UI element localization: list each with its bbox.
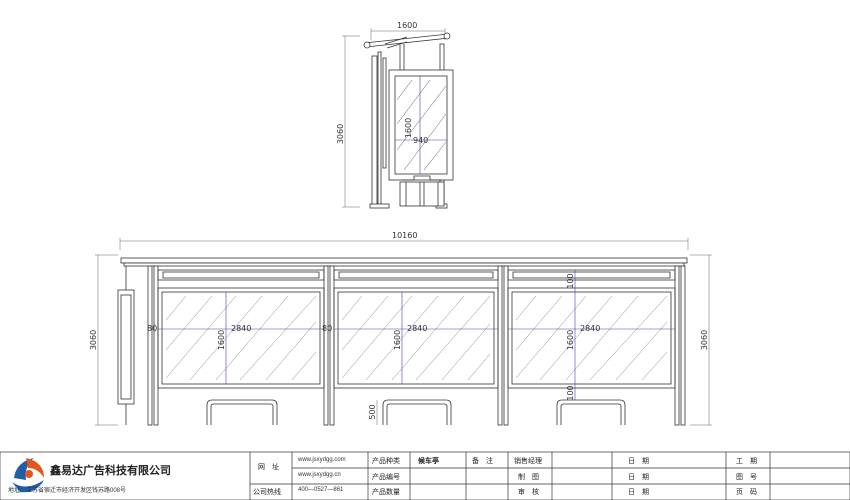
panel-width-dim-2: 2840: [407, 324, 427, 333]
panel-height-dim-1: 1600: [217, 330, 226, 350]
panel-height-dim-2: 1600: [393, 330, 402, 350]
product-type-label: 产品种类: [372, 458, 400, 465]
panel-width-dim-3: 2840: [580, 324, 600, 333]
side-panel-height-dim: 1600: [404, 118, 413, 138]
date-label-1: 日 期: [628, 458, 649, 465]
work-period-label: 工 期: [736, 458, 757, 465]
drawing-no-label: 图 号: [736, 474, 757, 481]
mid-gap-dim: 80: [322, 324, 332, 333]
remarks-label: 备 注: [472, 458, 493, 465]
product-type-value: 候车亭: [418, 458, 439, 465]
total-width-dim: 10160: [392, 231, 417, 240]
company-name: 鑫易达广告科技有限公司: [50, 465, 171, 477]
panel-height-dim-3: 1600: [566, 330, 575, 350]
side-panel-width-dim: 940: [413, 136, 428, 145]
date-label-2: 日 期: [628, 474, 649, 481]
website-1[interactable]: www.jsxydgg.com: [298, 457, 346, 463]
website-2[interactable]: www.jsxydgg.cn: [298, 472, 341, 478]
title-block: 鑫易达广告科技有限公司 地址：江苏省宿迁市经济开发区钱苏路008号 网 址 ww…: [0, 452, 850, 500]
date-label-3: 日 期: [628, 489, 649, 496]
hotline-value: 400—0527—861: [298, 487, 344, 493]
product-no-label: 产品编号: [372, 474, 400, 481]
front-height-right-dim: 3060: [700, 330, 709, 350]
top-gap-dim: 100: [566, 273, 575, 288]
front-height-left-dim: 3060: [89, 330, 98, 350]
company-address: 地址：江苏省宿迁市经济开发区钱苏路008号: [8, 488, 127, 494]
website-label: 网 址: [258, 464, 279, 471]
sales-manager-label: 销售经理: [514, 458, 542, 465]
technical-drawing: 1600 3060 1600 940 10160 3060 3060 80 80…: [0, 21, 850, 500]
side-view: [342, 28, 454, 209]
side-height-dim: 3060: [336, 124, 345, 144]
side-width-dim: 1600: [397, 21, 417, 30]
product-qty-label: 产品数量: [372, 489, 400, 496]
page-no-label: 页 码: [736, 489, 757, 496]
front-view: [95, 238, 712, 426]
bottom-gap-dim: 100: [566, 385, 575, 400]
review-label: 审 核: [518, 489, 539, 496]
left-gap-dim: 80: [147, 324, 157, 333]
hotline-label: 公司热线: [253, 489, 281, 496]
panel-width-dim-1: 2840: [231, 324, 251, 333]
drawing-label: 制 图: [518, 474, 539, 481]
bench-height-dim: 500: [368, 404, 377, 419]
